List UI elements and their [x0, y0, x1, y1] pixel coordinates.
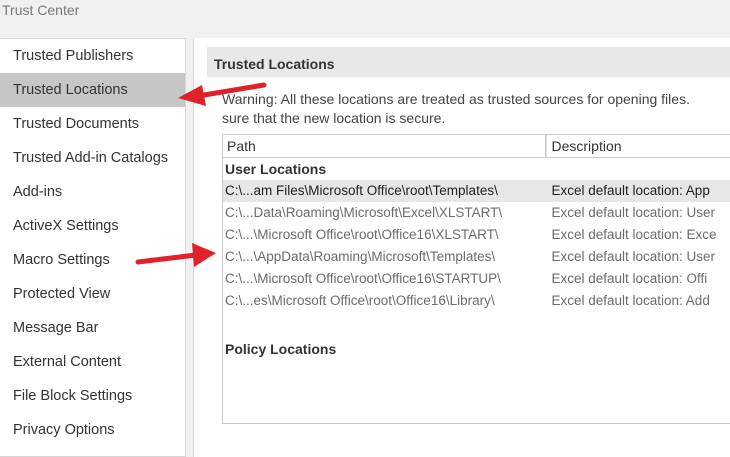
row-path: C:\...\Microsoft Office\root\Office16\XL… — [225, 227, 499, 242]
sidebar-item-trusted-documents[interactable]: Trusted Documents — [0, 107, 185, 141]
sidebar-item-protected-view[interactable]: Protected View — [0, 277, 185, 311]
warning-line-2: sure that the new location is secure. — [222, 110, 446, 126]
row-path: C:\...\Microsoft Office\root\Office16\ST… — [225, 271, 501, 286]
row-description: Excel default location: Add — [551, 293, 710, 308]
table-row[interactable]: C:\...\AppData\Roaming\Microsoft\Templat… — [223, 246, 730, 268]
table-row[interactable]: C:\...\Microsoft Office\root\Office16\ST… — [223, 268, 730, 290]
sidebar-item-trusted-publishers[interactable]: Trusted Publishers — [0, 39, 185, 73]
table-header: Path Description — [223, 135, 730, 158]
table-row[interactable]: C:\...\Microsoft Office\root\Office16\XL… — [223, 224, 730, 246]
sidebar-item-activex-settings[interactable]: ActiveX Settings — [0, 209, 185, 243]
row-path: C:\...\AppData\Roaming\Microsoft\Templat… — [225, 249, 496, 264]
annotation-arrow-icon — [178, 82, 267, 106]
row-description: Excel default location: App — [551, 183, 710, 198]
warning-line-1: Warning: All these locations are treated… — [222, 91, 690, 107]
row-path: C:\...am Files\Microsoft Office\root\Tem… — [225, 183, 498, 198]
row-description: Excel default location: User — [551, 249, 716, 264]
row-description: Excel default location: User — [551, 205, 716, 220]
annotation-arrow-icon — [135, 243, 216, 267]
sidebar-item-file-block-settings[interactable]: File Block Settings — [0, 379, 185, 413]
sidebar-item-trusted-locations[interactable]: Trusted Locations — [0, 73, 185, 107]
window-title: Trust Center — [2, 2, 80, 18]
table-row[interactable]: C:\...es\Microsoft Office\root\Office16\… — [223, 290, 730, 312]
row-description: Excel default location: Offi — [551, 271, 708, 286]
column-header-path[interactable]: Path — [223, 135, 547, 157]
column-header-description[interactable]: Description — [546, 135, 730, 157]
sidebar-item-add-ins[interactable]: Add-ins — [0, 175, 185, 209]
sidebar-item-external-content[interactable]: External Content — [0, 345, 185, 379]
warning-text: Warning: All these locations are treated… — [222, 90, 730, 128]
row-path: C:\...es\Microsoft Office\root\Office16\… — [225, 293, 495, 308]
trusted-locations-table: Path Description User Locations C:\...am… — [222, 134, 730, 424]
table-row[interactable]: C:\...am Files\Microsoft Office\root\Tem… — [223, 180, 730, 202]
sidebar-item-message-bar[interactable]: Message Bar — [0, 311, 185, 345]
user-locations-label: User Locations — [225, 161, 327, 177]
row-description: Excel default location: Exce — [551, 227, 717, 242]
sidebar-item-privacy-options[interactable]: Privacy Options — [0, 413, 185, 447]
section-header: Trusted Locations — [207, 47, 730, 77]
row-path: C:\...Data\Roaming\Microsoft\Excel\XLSTA… — [225, 205, 503, 220]
policy-locations-label: Policy Locations — [225, 341, 337, 357]
sidebar-item-trusted-add-in-catalogs[interactable]: Trusted Add-in Catalogs — [0, 141, 185, 175]
table-row[interactable]: C:\...Data\Roaming\Microsoft\Excel\XLSTA… — [223, 202, 730, 224]
main-panel: Trusted Locations Warning: All these loc… — [193, 38, 730, 457]
